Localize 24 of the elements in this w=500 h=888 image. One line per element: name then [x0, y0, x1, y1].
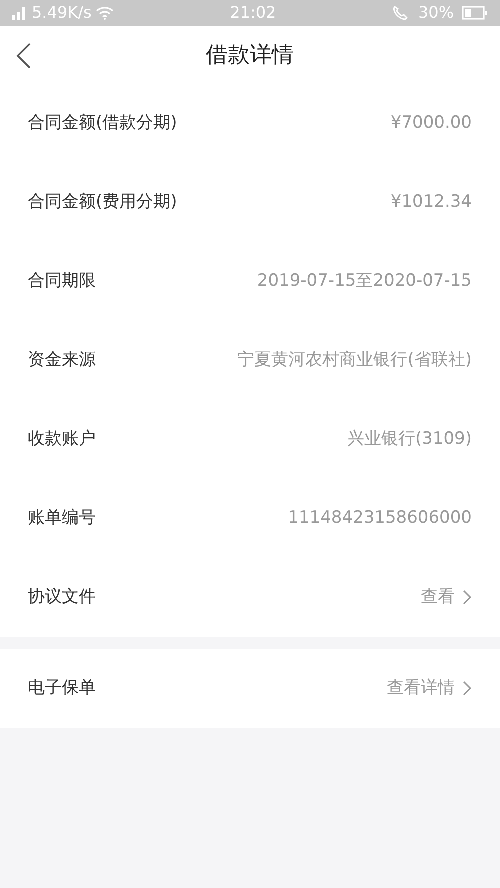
row-value: 11148423158606000 — [288, 506, 472, 530]
row-value: ¥1012.34 — [390, 190, 472, 214]
row-label: 协议文件 — [28, 586, 96, 609]
view-link[interactable]: 查看 — [421, 584, 472, 610]
chevron-icon — [463, 590, 472, 605]
wifi-icon — [96, 6, 114, 20]
row-label: 账单编号 — [28, 506, 96, 530]
row-label: 合同期限 — [28, 270, 96, 293]
row-label: 电子保单 — [28, 676, 96, 700]
signal-icon — [12, 6, 28, 20]
row-value: 兴业银行(3109) — [347, 428, 472, 451]
row-label: 资金来源 — [28, 348, 96, 372]
phone-icon — [392, 5, 410, 21]
row-value: 宁夏黄河农村商业银行(省联社) — [238, 348, 472, 372]
back-icon[interactable] — [16, 43, 32, 69]
view-link[interactable]: 查看详情 — [387, 676, 472, 702]
page-title: 借款详情 — [206, 42, 294, 70]
chevron-icon — [463, 681, 472, 696]
battery-icon — [462, 6, 488, 20]
row-value: 2019-07-15至2020-07-15 — [257, 270, 472, 293]
row-value: ¥7000.00 — [390, 112, 472, 135]
row-label: 合同金额(借款分期) — [28, 112, 178, 135]
row-label: 收款账户 — [28, 428, 96, 451]
row-label: 合同金额(费用分期) — [28, 190, 178, 214]
